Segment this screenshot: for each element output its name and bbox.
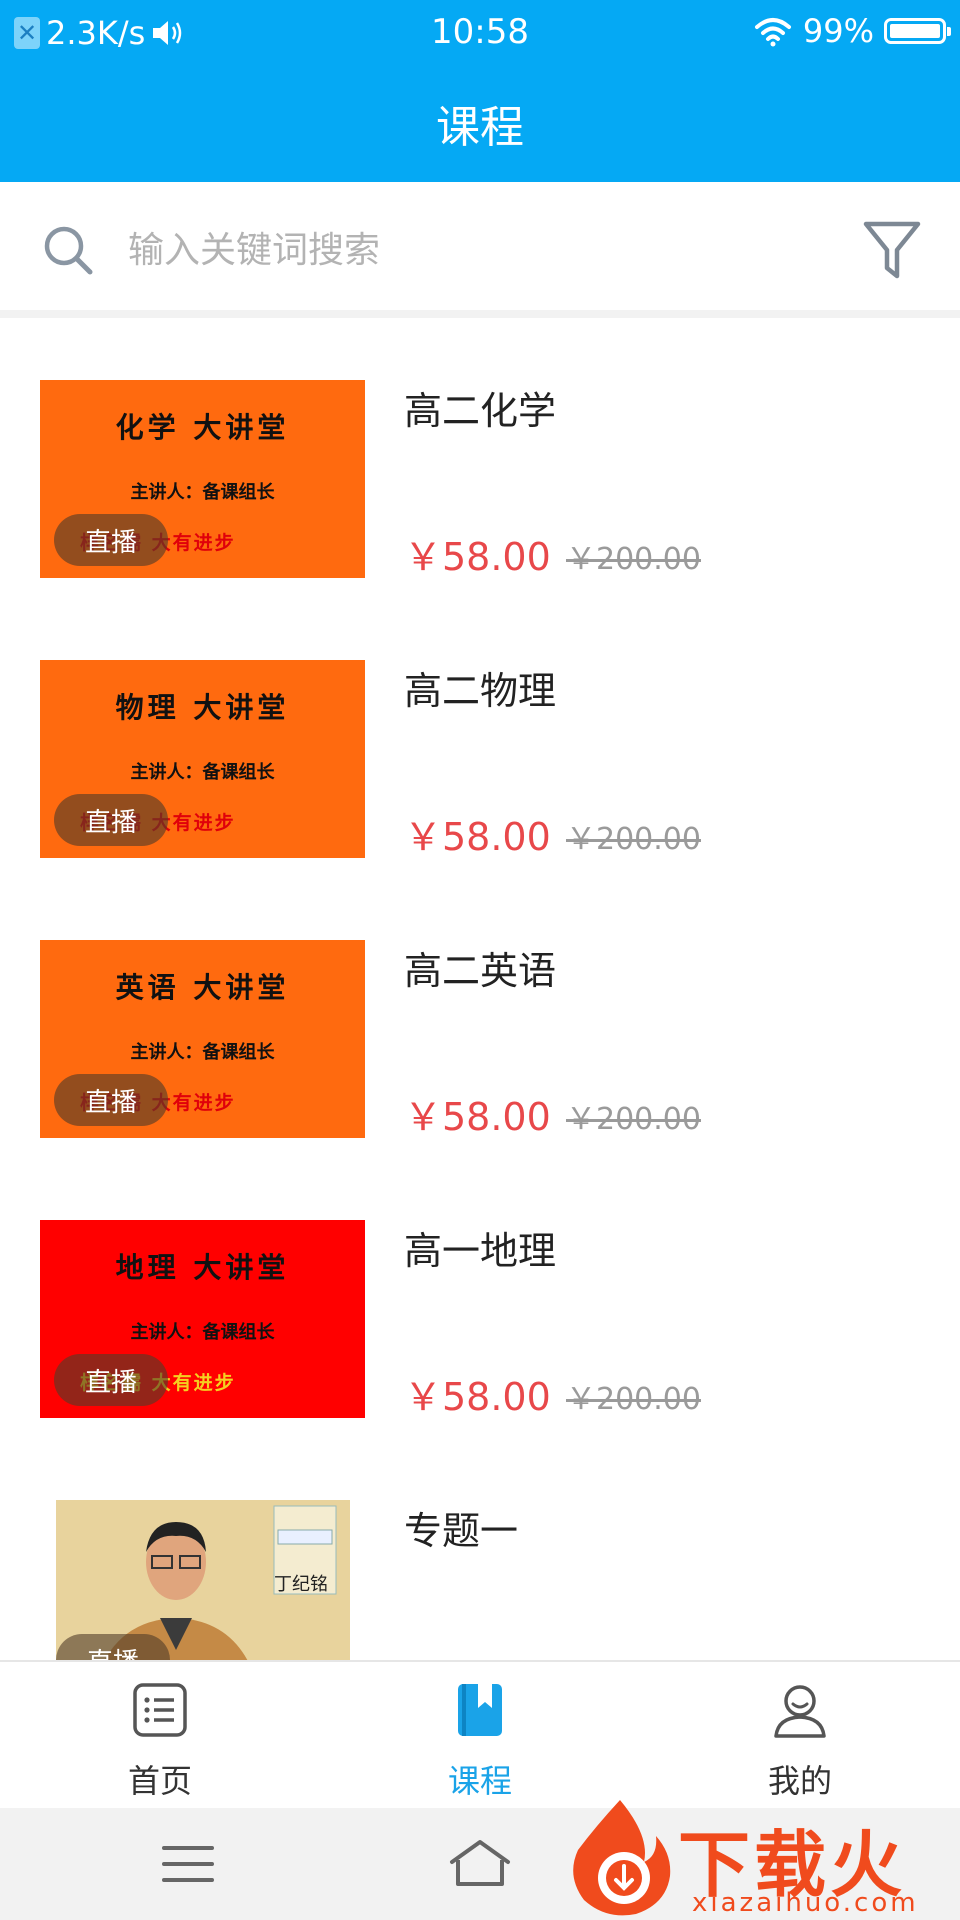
list-icon	[133, 1683, 187, 1737]
tab-courses[interactable]: 课程	[320, 1662, 640, 1810]
tab-home[interactable]: 首页	[0, 1662, 320, 1810]
course-title: 专题一	[404, 1509, 519, 1553]
course-thumbnail: 物理 大讲堂 主讲人：备课组长 样名儒 大有进步 直播	[40, 660, 365, 858]
user-icon	[774, 1685, 826, 1738]
course-item[interactable]: 丁纪铭 直播 专题一	[0, 1500, 960, 1660]
course-item[interactable]: 英语 大讲堂 主讲人：备课组长 样名儒 大有进步 直播 高二英语 ￥58.00 …	[0, 940, 960, 1180]
tab-label: 首页	[127, 1762, 192, 1800]
battery-fill	[890, 24, 940, 38]
course-price: ￥58.00	[404, 1375, 551, 1419]
thumb-title: 物理 大讲堂	[115, 691, 290, 724]
live-badge: 直播	[54, 794, 168, 846]
course-original-price: ￥200.00	[566, 542, 701, 577]
menu-icon[interactable]	[160, 1842, 216, 1886]
course-item[interactable]: 化学 大讲堂 主讲人：备课组长 样名儒 大有进步 直播 高二化学 ￥58.00 …	[0, 380, 960, 620]
course-original-price: ￥200.00	[566, 1102, 701, 1137]
wifi-icon	[754, 18, 791, 47]
status-right: 99%	[753, 12, 951, 50]
home-icon[interactable]	[448, 1836, 512, 1892]
bottom-tab-bar: 首页 课程 我的	[0, 1660, 960, 1808]
status-bar: ✕ 2.3K/s 10:58 99%	[0, 0, 960, 64]
course-title: 高二化学	[404, 389, 557, 433]
watermark-logo: 下载火 xiazaihuo.com	[566, 1796, 960, 1920]
search-input[interactable]	[128, 218, 748, 282]
flame-logo-icon	[573, 1800, 671, 1916]
thumb-presenter: 主讲人：备课组长	[130, 1322, 275, 1343]
thumb-title: 化学 大讲堂	[115, 411, 290, 444]
course-thumbnail: 地理 大讲堂 主讲人：备课组长 样名儒 大有进步 直播	[40, 1220, 365, 1418]
course-price: ￥58.00	[404, 535, 551, 579]
thumb-title: 英语 大讲堂	[115, 971, 290, 1004]
course-original-price: ￥200.00	[566, 1382, 701, 1417]
live-badge: 直播	[56, 1634, 170, 1660]
thumb-presenter: 主讲人：备课组长	[130, 1042, 275, 1063]
course-item[interactable]: 物理 大讲堂 主讲人：备课组长 样名儒 大有进步 直播 高二物理 ￥58.00 …	[0, 660, 960, 900]
live-badge: 直播	[54, 1074, 168, 1126]
course-price: ￥58.00	[404, 815, 551, 859]
battery-icon	[884, 18, 951, 44]
watermark-site: xiazaihuo.com	[692, 1888, 919, 1918]
live-badge: 直播	[54, 514, 168, 566]
course-title: 高一地理	[404, 1229, 557, 1273]
thumb-title: 地理 大讲堂	[115, 1251, 290, 1284]
course-item[interactable]: 地理 大讲堂 主讲人：备课组长 样名儒 大有进步 直播 高一地理 ￥58.00 …	[0, 1220, 960, 1460]
course-thumbnail: 化学 大讲堂 主讲人：备课组长 样名儒 大有进步 直播	[40, 380, 365, 578]
thumb-presenter: 主讲人：备课组长	[130, 482, 275, 503]
course-thumbnail: 英语 大讲堂 主讲人：备课组长 样名儒 大有进步 直播	[40, 940, 365, 1138]
battery-percent: 99%	[802, 12, 874, 50]
course-original-price: ￥200.00	[566, 822, 701, 857]
tab-profile[interactable]: 我的	[640, 1662, 960, 1810]
page-title: 课程	[0, 64, 960, 182]
search-icon[interactable]	[40, 222, 96, 278]
filter-icon[interactable]	[862, 218, 922, 282]
course-photo-thumbnail: 丁纪铭 直播	[56, 1500, 350, 1660]
bookmark-book-icon	[458, 1684, 502, 1736]
photo-caption: 丁纪铭	[274, 1574, 328, 1595]
course-price: ￥58.00	[404, 1095, 551, 1139]
course-title: 高二物理	[404, 669, 557, 713]
live-badge: 直播	[54, 1354, 168, 1406]
thumb-presenter: 主讲人：备课组长	[130, 762, 275, 783]
course-list[interactable]: 化学 大讲堂 主讲人：备课组长 样名儒 大有进步 直播 高二化学 ￥58.00 …	[0, 326, 960, 1660]
course-title: 高二英语	[404, 949, 557, 993]
search-bar	[0, 182, 960, 318]
